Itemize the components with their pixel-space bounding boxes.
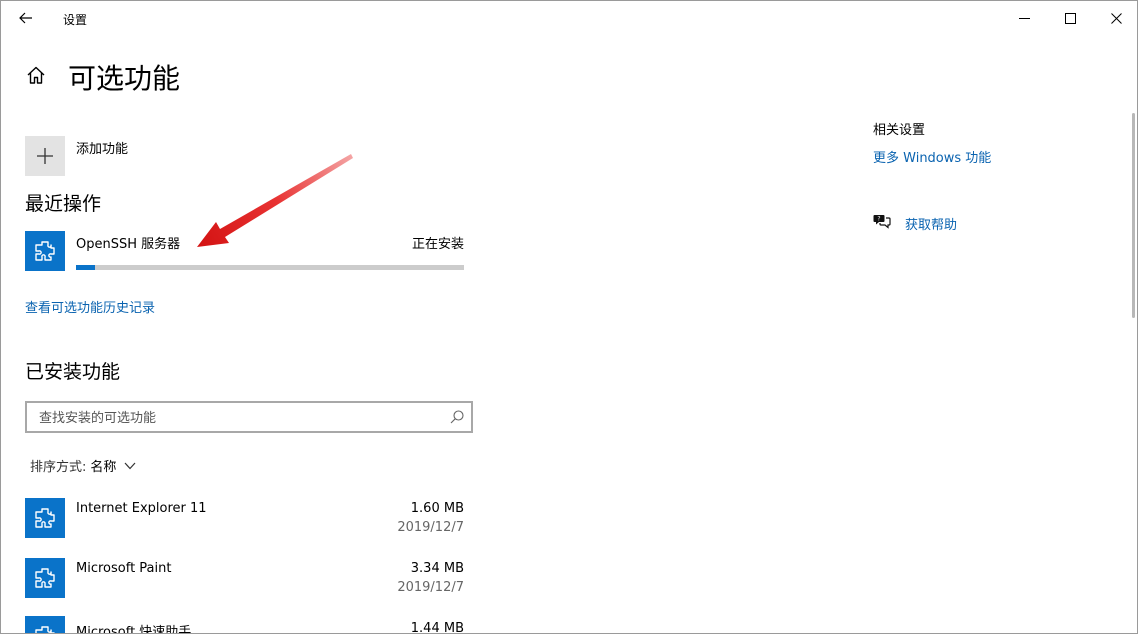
list-item-size: 3.34 MB (410, 561, 464, 576)
list-item-date: 2019/12/7 (397, 520, 464, 535)
sort-dropdown[interactable]: 排序方式: 名称 (30, 456, 136, 475)
feature-puzzle-icon (25, 616, 65, 633)
minimize-icon (1018, 17, 1030, 19)
chevron-down-icon (124, 462, 136, 469)
sort-prefix-label: 排序方式: (30, 460, 87, 475)
maximize-button[interactable] (1047, 1, 1093, 35)
installed-search-box (25, 401, 473, 433)
svg-text:?: ? (877, 216, 880, 223)
feature-puzzle-icon (25, 498, 65, 538)
operation-status: 正在安装 (411, 237, 464, 252)
window-title: 设置 (63, 13, 88, 27)
list-item-name: Internet Explorer 11 (76, 501, 207, 516)
close-button[interactable] (1093, 1, 1137, 35)
related-settings-heading: 相关设置 (873, 123, 926, 138)
list-item-size: 1.60 MB (410, 501, 464, 516)
add-feature-button[interactable] (25, 136, 65, 176)
installed-search-input[interactable] (37, 407, 441, 429)
plus-icon (37, 148, 53, 164)
install-progress-bar (76, 265, 464, 270)
install-progress-fill (76, 265, 96, 270)
home-icon[interactable] (25, 64, 47, 86)
back-arrow-icon (19, 12, 32, 24)
list-item-name: Microsoft Paint (76, 561, 172, 576)
recent-operations-heading: 最近操作 (25, 193, 102, 215)
close-icon (1110, 12, 1122, 24)
operation-name: OpenSSH 服务器 (76, 237, 181, 252)
settings-window: 设置 可选功能 添加功能 最近操作 OpenSSH 服务器 正在安装 查看可选功 (0, 0, 1138, 634)
list-item-size: 1.44 MB (410, 621, 464, 634)
list-item-name: Microsoft 快速助手 (76, 625, 192, 634)
add-feature-label[interactable]: 添加功能 (76, 138, 128, 157)
more-windows-features-link[interactable]: 更多 Windows 功能 (873, 147, 991, 166)
title-bar: 设置 (1, 1, 1137, 35)
minimize-button[interactable] (1001, 1, 1047, 35)
page-title: 可选功能 (68, 62, 181, 95)
sort-value: 名称 (90, 460, 117, 475)
list-item-date: 2019/12/7 (397, 580, 464, 595)
maximize-icon (1064, 12, 1076, 24)
get-help-link[interactable]: 获取帮助 (905, 214, 957, 233)
back-button[interactable] (9, 5, 43, 31)
feature-puzzle-icon (25, 231, 65, 271)
scrollbar[interactable] (1132, 113, 1135, 318)
get-help-icon: ? (873, 215, 891, 229)
optional-features-history-link[interactable]: 查看可选功能历史记录 (25, 297, 155, 316)
feature-puzzle-icon (25, 558, 65, 598)
search-icon[interactable] (449, 409, 465, 425)
installed-features-heading: 已安装功能 (25, 361, 121, 383)
